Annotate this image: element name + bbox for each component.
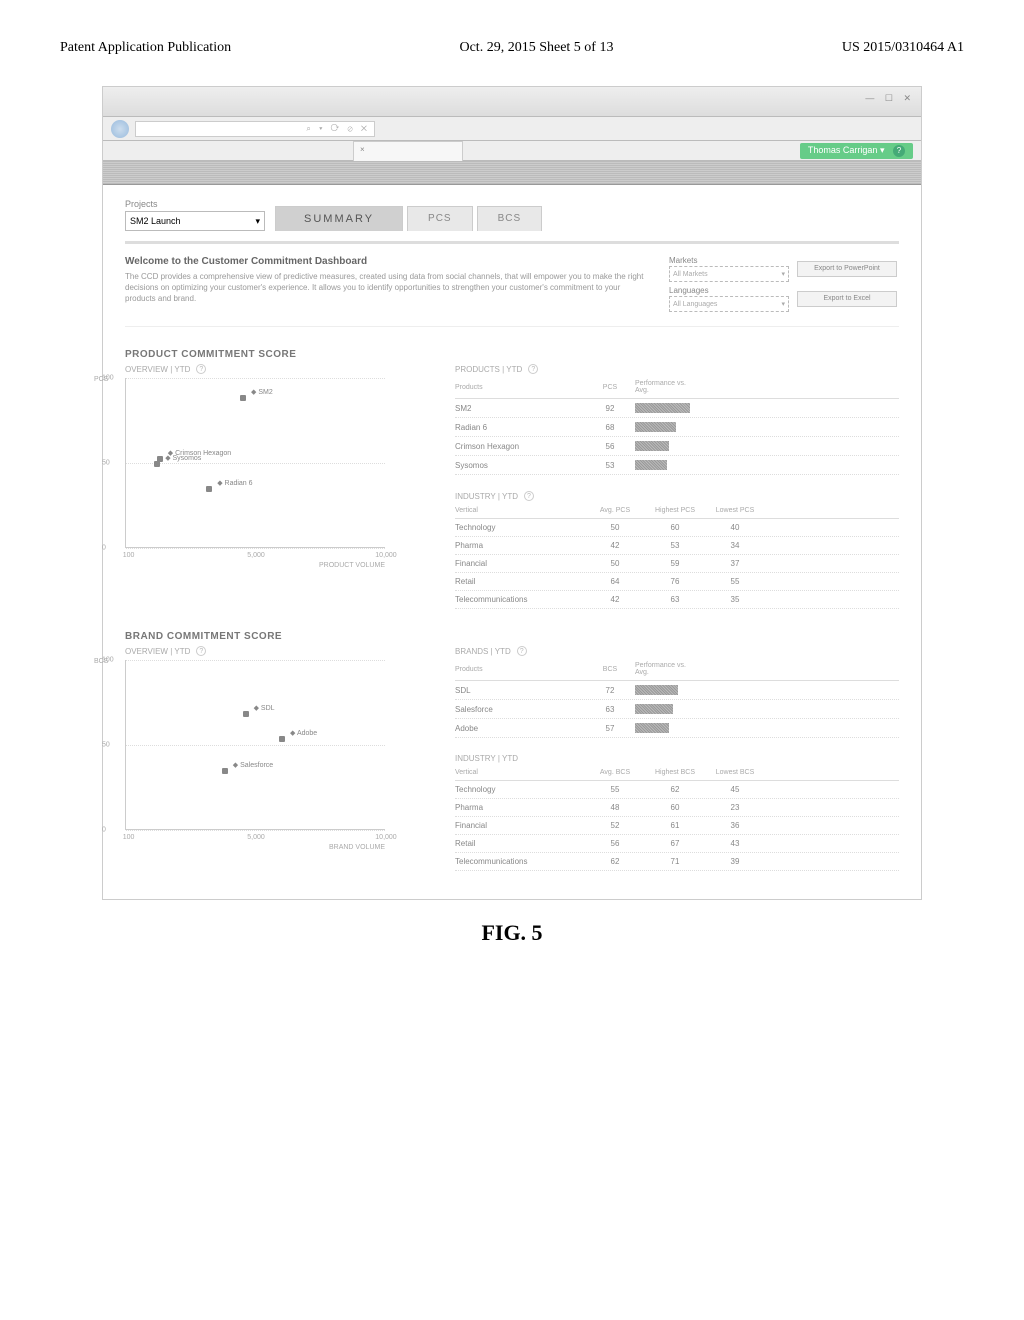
info-icon[interactable]: ? — [196, 646, 206, 656]
header-left: Patent Application Publication — [60, 40, 231, 56]
patent-header: Patent Application Publication Oct. 29, … — [60, 40, 964, 56]
table-row: Adobe57 — [455, 719, 899, 738]
tab-bcs[interactable]: BCS — [477, 206, 543, 231]
info-icon[interactable]: ? — [196, 364, 206, 374]
info-icon[interactable]: ? — [524, 491, 534, 501]
bcs-overview-label: OVERVIEW | YTD — [125, 647, 190, 656]
project-select[interactable]: SM2 Launch ▾ — [125, 211, 265, 231]
browser-window: — ☐ ✕ ⌕ ▾ ⟳ ⊘ ✕ × Thomas Carrigan ▾ ? Pr… — [102, 86, 922, 900]
pcs-overview-label: OVERVIEW | YTD — [125, 365, 190, 374]
user-icon: ▾ — [880, 145, 885, 155]
table-row: Sysomos53 — [455, 456, 899, 475]
bcs-section-title: BRAND COMMITMENT SCORE — [125, 631, 899, 642]
table-row: Retail647655 — [455, 573, 899, 591]
bcs-industry-label: INDUSTRY | YTD — [455, 754, 518, 763]
browser-toolbar: ⌕ ▾ ⟳ ⊘ ✕ — [103, 117, 921, 141]
table-row: Pharma486023 — [455, 799, 899, 817]
address-bar[interactable]: ⌕ ▾ ⟳ ⊘ ✕ — [135, 121, 375, 137]
export-excel-button[interactable]: Export to Excel — [797, 291, 897, 307]
table-row: Telecommunications426335 — [455, 591, 899, 609]
bcs-overview-chart: BCS 0501001005,00010,000BRAND VOLUME◆ SD… — [125, 660, 385, 830]
header-right: US 2015/0310464 A1 — [842, 40, 964, 56]
welcome-title: Welcome to the Customer Commitment Dashb… — [125, 256, 645, 267]
table-row: SM292 — [455, 399, 899, 418]
pcs-products-label: PRODUCTS | YTD — [455, 365, 522, 374]
languages-label: Languages — [669, 286, 789, 295]
bcs-brands-label: BRANDS | YTD — [455, 647, 511, 656]
chevron-down-icon: ▾ — [255, 216, 260, 227]
pcs-overview-chart: PCS 0501001005,00010,000PRODUCT VOLUME◆ … — [125, 378, 385, 548]
tab-pcs[interactable]: PCS — [407, 206, 473, 231]
user-badge[interactable]: Thomas Carrigan ▾ ? — [800, 143, 913, 159]
table-row: Financial526136 — [455, 817, 899, 835]
help-icon[interactable]: ? — [893, 145, 905, 157]
table-row: Financial505937 — [455, 555, 899, 573]
table-row: Retail566743 — [455, 835, 899, 853]
projects-label: Projects — [125, 199, 265, 209]
table-row: Telecommunications627139 — [455, 853, 899, 871]
table-header: Vertical Avg. PCS Highest PCS Lowest PCS — [455, 503, 899, 519]
project-value: SM2 Launch — [130, 216, 181, 226]
table-header: Vertical Avg. BCS Highest BCS Lowest BCS — [455, 765, 899, 781]
welcome-body: The CCD provides a comprehensive view of… — [125, 271, 645, 305]
languages-select[interactable]: All Languages▾ — [669, 296, 789, 312]
addr-controls-icon[interactable]: ⌕ ▾ ⟳ ⊘ ✕ — [306, 124, 370, 134]
markets-select[interactable]: All Markets▾ — [669, 266, 789, 282]
table-header: Products BCS Performance vs. Avg. — [455, 658, 899, 681]
figure-caption: FIG. 5 — [60, 920, 964, 946]
table-row: Pharma425334 — [455, 537, 899, 555]
export-powerpoint-button[interactable]: Export to PowerPoint — [797, 261, 897, 277]
info-icon[interactable]: ? — [528, 364, 538, 374]
table-row: Salesforce63 — [455, 700, 899, 719]
globe-icon — [111, 120, 129, 138]
table-row: Technology506040 — [455, 519, 899, 537]
browser-titlebar: — ☐ ✕ — [103, 87, 921, 117]
markets-label: Markets — [669, 256, 789, 265]
nav-tabs: SUMMARY PCS BCS — [275, 206, 546, 231]
tab-summary[interactable]: SUMMARY — [275, 206, 403, 231]
browser-tab[interactable]: × — [353, 141, 463, 161]
table-header: Products PCS Performance vs. Avg. — [455, 376, 899, 399]
chevron-down-icon: ▾ — [781, 300, 785, 308]
chevron-down-icon: ▾ — [781, 270, 785, 278]
table-row: Radian 668 — [455, 418, 899, 437]
pcs-industry-label: INDUSTRY | YTD — [455, 492, 518, 501]
browser-tabbar: × Thomas Carrigan ▾ ? — [103, 141, 921, 161]
pcs-section-title: PRODUCT COMMITMENT SCORE — [125, 349, 899, 360]
info-icon[interactable]: ? — [517, 646, 527, 656]
app-header-stripe — [103, 161, 921, 185]
table-row: Crimson Hexagon56 — [455, 437, 899, 456]
table-row: SDL72 — [455, 681, 899, 700]
header-center: Oct. 29, 2015 Sheet 5 of 13 — [459, 40, 613, 56]
table-row: Technology556245 — [455, 781, 899, 799]
user-name: Thomas Carrigan — [808, 145, 878, 155]
window-controls-icon[interactable]: — ☐ ✕ — [865, 93, 915, 104]
